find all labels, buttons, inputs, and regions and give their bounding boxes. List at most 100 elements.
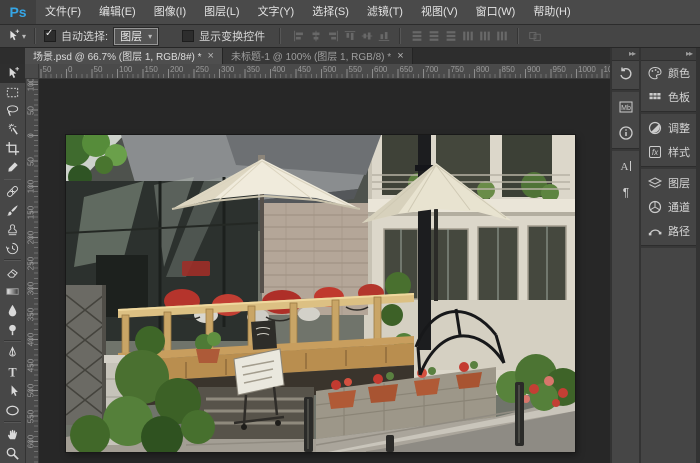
panel-label: 路径 — [668, 223, 690, 239]
ruler-origin-box — [25, 64, 39, 79]
menu-items: 文件(F)编辑(E)图像(I)图层(L)文字(Y)选择(S)滤镜(T)视图(V)… — [36, 0, 580, 24]
type-icon: T — [5, 365, 20, 380]
ruler-label: 500 — [27, 381, 36, 401]
panel-button-character[interactable]: A — [612, 153, 639, 179]
auto-select-checkbox[interactable] — [44, 30, 56, 42]
tool-ellipse[interactable] — [0, 401, 25, 420]
menu-item[interactable]: 文字(Y) — [249, 0, 304, 24]
auto-select-target-dropdown[interactable]: 图层 ▾ — [114, 28, 158, 45]
panel-button-mini-bridge[interactable]: Mb — [612, 94, 639, 120]
hand-icon — [5, 427, 20, 442]
align-top-edges-icon[interactable] — [342, 29, 357, 44]
panel-button-channels[interactable]: 通道 — [641, 195, 696, 219]
tool-healing-brush[interactable] — [0, 182, 25, 201]
tool-blur[interactable] — [0, 301, 25, 320]
tool-gradient[interactable] — [0, 282, 25, 301]
tool-eraser[interactable] — [0, 263, 25, 282]
menu-item[interactable]: 编辑(E) — [90, 0, 145, 24]
panel-button-adjustments[interactable]: 调整 — [641, 116, 696, 140]
styles-icon: fx — [647, 144, 663, 160]
tool-brush[interactable] — [0, 201, 25, 220]
collapse-panels-button[interactable]: ▸▸ — [641, 47, 696, 61]
align-buttons-group — [291, 29, 391, 44]
auto-select-label: 自动选择: — [61, 28, 108, 44]
ruler-label: 800 — [476, 65, 489, 74]
dock-divider — [612, 89, 639, 92]
tool-lasso[interactable] — [0, 102, 25, 121]
rectangular-marquee-icon — [5, 85, 20, 100]
document-tab[interactable]: 未标题-1 @ 100% (图层 1, RGB/8) *× — [223, 47, 413, 64]
panel-button-color[interactable]: 颜色 — [641, 61, 696, 85]
align-right-edges-icon[interactable] — [325, 29, 340, 44]
panel-label: 调整 — [668, 120, 690, 136]
distribute-right-edges-icon[interactable] — [494, 29, 509, 44]
menu-item[interactable]: 图像(I) — [145, 0, 195, 24]
show-transform-checkbox[interactable] — [182, 30, 194, 42]
tool-hand[interactable] — [0, 425, 25, 444]
photoshop-window: { "app": { "logo_text": "Ps", "logo_colo… — [0, 0, 700, 463]
auto-align-group — [527, 29, 542, 44]
distribute-bottom-edges-icon[interactable] — [443, 29, 458, 44]
tool-dodge[interactable] — [0, 320, 25, 339]
toolbar-divider — [4, 421, 21, 423]
tool-magic-wand[interactable] — [0, 120, 25, 139]
panel-button-paths[interactable]: 路径 — [641, 219, 696, 243]
document-tab[interactable]: 场景.psd @ 66.7% (图层 1, RGB/8#) *× — [25, 47, 223, 64]
panel-button-paragraph[interactable]: ¶ — [612, 179, 639, 205]
menu-item[interactable]: 帮助(H) — [524, 0, 579, 24]
distribute-horizontal-centers-icon[interactable] — [477, 29, 492, 44]
paragraph-icon: ¶ — [618, 184, 634, 200]
tool-type[interactable]: T — [0, 363, 25, 382]
panel-button-history[interactable] — [612, 61, 639, 87]
options-separator — [34, 28, 36, 44]
swatches-icon — [647, 89, 663, 105]
ruler-label: 150 — [27, 202, 36, 222]
panel-button-layers[interactable]: 图层 — [641, 171, 696, 195]
align-bottom-edges-icon[interactable] — [376, 29, 391, 44]
document-image[interactable] — [66, 135, 575, 452]
menu-item[interactable]: 文件(F) — [36, 0, 90, 24]
align-horizontal-centers-icon[interactable] — [308, 29, 323, 44]
tool-clone-stamp[interactable] — [0, 220, 25, 239]
photoshop-logo: Ps — [0, 0, 36, 24]
close-icon[interactable]: × — [208, 51, 214, 61]
tool-eyedropper[interactable] — [0, 158, 25, 177]
panel-button-styles[interactable]: fx样式 — [641, 140, 696, 164]
tool-rectangular-marquee[interactable] — [0, 83, 25, 102]
tool-zoom[interactable] — [0, 444, 25, 463]
distribute-vertical-centers-icon[interactable] — [426, 29, 441, 44]
tool-history-brush[interactable] — [0, 239, 25, 258]
ruler-label: 600 — [27, 432, 36, 452]
ruler-label: 400 — [272, 65, 285, 74]
ruler-label: 450 — [298, 65, 311, 74]
tool-pen[interactable] — [0, 344, 25, 363]
vertical-ruler: 1005005010015020025030035040045050055060… — [25, 78, 39, 463]
canvas-area[interactable] — [38, 78, 610, 463]
tool-path-selection[interactable] — [0, 382, 25, 401]
align-vertical-centers-icon[interactable] — [359, 29, 374, 44]
panel-button-info[interactable] — [612, 120, 639, 146]
menu-item[interactable]: 窗口(W) — [467, 0, 525, 24]
panel-dock: ▸▸ Mb A ¶ ▸▸ 颜色色板调整 fx样式图层通道路径 — [610, 47, 700, 463]
tool-move[interactable] — [0, 64, 25, 83]
tool-crop[interactable] — [0, 139, 25, 158]
options-separator — [279, 28, 281, 44]
menu-item[interactable]: 选择(S) — [303, 0, 358, 24]
close-icon[interactable]: × — [397, 51, 403, 61]
tool-preset-picker[interactable]: ▾ — [6, 29, 26, 43]
distribute-top-edges-icon[interactable] — [409, 29, 424, 44]
svg-text:Mb: Mb — [621, 105, 631, 112]
show-transform-label: 显示变换控件 — [199, 28, 265, 44]
distribute-left-edges-icon[interactable] — [460, 29, 475, 44]
menu-item[interactable]: 视图(V) — [412, 0, 467, 24]
auto-align-layers-icon[interactable] — [527, 29, 542, 44]
collapse-panels-button[interactable]: ▸▸ — [612, 47, 639, 61]
menu-item[interactable]: 图层(L) — [195, 0, 248, 24]
ruler-label: 150 — [145, 65, 158, 74]
zoom-icon — [5, 446, 20, 461]
menu-item[interactable]: 滤镜(T) — [358, 0, 412, 24]
panel-button-swatches[interactable]: 色板 — [641, 85, 696, 109]
align-left-edges-icon[interactable] — [291, 29, 306, 44]
ruler-label: 200 — [27, 228, 36, 248]
ruler-label: 550 — [27, 406, 36, 426]
